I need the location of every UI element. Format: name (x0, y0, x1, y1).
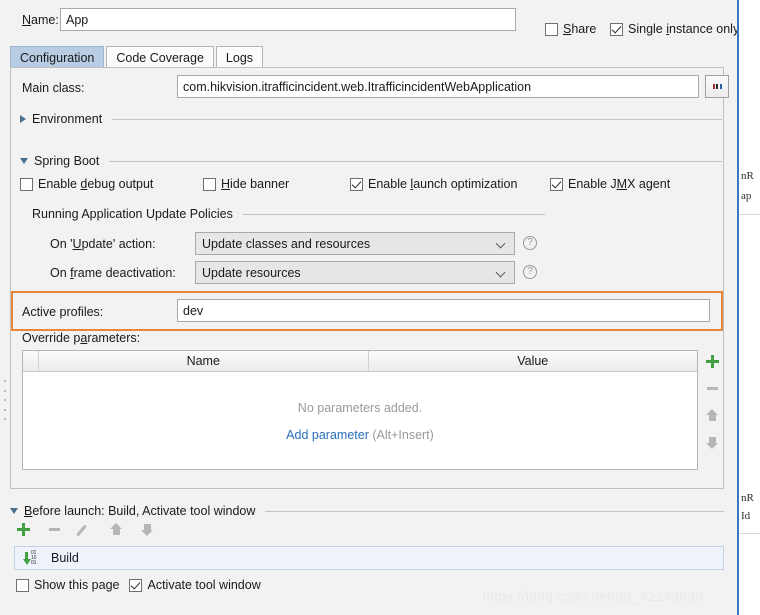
add-parameter-icon[interactable] (705, 354, 720, 369)
before-launch-list: 01 10 01 Build (14, 546, 724, 570)
share-checkbox-box[interactable] (545, 22, 558, 36)
active-profiles-input[interactable] (177, 299, 710, 322)
hide-banner-checkbox[interactable]: Hide banner (203, 177, 289, 191)
move-down-icon[interactable] (140, 522, 155, 537)
activate-tool-window-box[interactable] (129, 578, 143, 592)
main-class-input[interactable] (177, 75, 699, 98)
add-task-icon[interactable] (16, 522, 31, 537)
configuration-name-input[interactable] (60, 8, 516, 31)
single-instance-checkbox[interactable]: Single instance only (610, 22, 739, 36)
enable-launch-optimization-label: Enable launch optimization (368, 177, 518, 191)
share-checkbox[interactable]: Share (545, 22, 596, 36)
name-label: Name: (22, 13, 59, 27)
on-frame-deactivation-value: Update resources (202, 265, 301, 280)
table-body: No parameters added. Add parameter (Alt+… (23, 372, 697, 470)
hide-banner-box[interactable] (203, 177, 216, 191)
enable-launch-optimization-box[interactable] (350, 177, 363, 191)
before-launch-item-label[interactable]: Build (51, 551, 79, 565)
single-instance-checkbox-box[interactable] (610, 22, 623, 36)
enable-jmx-agent-checkbox[interactable]: Enable JMX agent (550, 177, 670, 191)
enable-jmx-agent-label: Enable JMX agent (568, 177, 671, 191)
chevron-down-icon[interactable] (10, 508, 18, 514)
enable-debug-output-box[interactable] (20, 177, 33, 191)
add-parameter-link[interactable]: Add parameter (286, 428, 369, 442)
before-launch-label: Before launch: Build, Activate tool wind… (24, 504, 256, 518)
background-text-fragment: Id (741, 510, 751, 522)
on-update-action-value: Update classes and resources (202, 236, 371, 251)
section-divider (112, 118, 722, 120)
resize-drag-handle[interactable] (2, 380, 7, 420)
on-update-action-label: On 'Update' action: (50, 237, 156, 251)
show-this-page-label: Show this page (34, 578, 120, 592)
chevron-down-icon (497, 268, 506, 277)
on-frame-deactivation-help-icon[interactable]: ? (523, 265, 537, 279)
move-up-icon[interactable] (705, 408, 720, 423)
enable-launch-optimization-checkbox[interactable]: Enable launch optimization (350, 177, 517, 191)
column-header-index (23, 351, 39, 371)
background-text-fragment: nR (741, 170, 754, 182)
update-policies-header: Running Application Update Policies (32, 207, 545, 221)
edit-task-icon[interactable] (78, 522, 93, 537)
chevron-down-icon[interactable] (20, 158, 28, 164)
on-frame-deactivation-select[interactable]: Update resources (195, 261, 515, 284)
add-parameter-row: Add parameter (Alt+Insert) (23, 428, 697, 442)
section-divider (242, 213, 545, 215)
table-header-row: Name Value (23, 351, 697, 372)
show-this-page-box[interactable] (16, 578, 29, 592)
build-icon: 01 10 01 (22, 550, 44, 566)
tab-configuration[interactable]: Configuration (10, 46, 105, 68)
environment-section-header[interactable]: Environment (20, 112, 722, 126)
show-this-page-checkbox[interactable]: Show this page (16, 578, 119, 592)
bottom-checkbox-row: Show this page Activate tool window (16, 578, 261, 592)
ellipsis-icon (712, 84, 715, 89)
main-class-browse-button[interactable] (705, 75, 729, 98)
empty-table-message: No parameters added. (297, 401, 423, 415)
enable-jmx-agent-box[interactable] (550, 177, 563, 191)
chevron-right-icon[interactable] (20, 115, 26, 123)
tab-logs[interactable]: Logs (215, 46, 264, 68)
add-parameter-shortcut: (Alt+Insert) (372, 428, 434, 442)
section-divider (265, 510, 724, 512)
environment-section-label: Environment (32, 112, 103, 126)
tab-bar: Configuration Code Coverage Logs (10, 44, 265, 68)
move-up-icon[interactable] (109, 522, 124, 537)
share-label: Share (563, 22, 597, 36)
active-profiles-label: Active profiles: (22, 305, 104, 319)
watermark: https://blog.csdn.net/qq_42243639 (482, 588, 704, 604)
column-header-value[interactable]: Value (369, 351, 698, 371)
tab-code-coverage[interactable]: Code Coverage (106, 46, 214, 68)
run-configuration-dialog: Name: Share Single instance only Configu… (0, 0, 739, 615)
parameters-table-toolbar (700, 350, 724, 470)
chevron-down-icon (497, 239, 506, 248)
activate-tool-window-label: Activate tool window (147, 578, 261, 592)
main-class-label: Main class: (22, 81, 85, 95)
spring-boot-section-label: Spring Boot (34, 154, 100, 168)
column-header-name[interactable]: Name (39, 351, 369, 371)
spring-boot-section-header[interactable]: Spring Boot (20, 154, 722, 168)
enable-debug-output-label: Enable debug output (38, 177, 154, 191)
before-launch-toolbar (16, 522, 155, 537)
background-text-fragment: nR (741, 492, 754, 504)
hide-banner-label: Hide banner (221, 177, 290, 191)
parameters-table: Name Value No parameters added. Add para… (22, 350, 698, 470)
background-window-panel[interactable]: nR ap nR Id (737, 0, 760, 615)
on-frame-deactivation-label: On frame deactivation: (50, 266, 176, 280)
on-update-action-help-icon[interactable]: ? (523, 236, 537, 250)
override-parameters-label: Override parameters: (22, 331, 141, 345)
remove-task-icon[interactable] (47, 522, 62, 537)
background-text-fragment: ap (741, 190, 752, 202)
move-down-icon[interactable] (705, 435, 720, 450)
name-row: Name: Share Single instance only (0, 8, 739, 36)
on-update-action-select[interactable]: Update classes and resources (195, 232, 515, 255)
section-divider (109, 160, 722, 162)
enable-debug-output-checkbox[interactable]: Enable debug output (20, 177, 153, 191)
activate-tool-window-checkbox[interactable]: Activate tool window (129, 578, 261, 592)
remove-parameter-icon[interactable] (705, 381, 720, 396)
before-launch-header[interactable]: Before launch: Build, Activate tool wind… (10, 504, 724, 518)
update-policies-label: Running Application Update Policies (32, 207, 233, 221)
single-instance-label: Single instance only (628, 22, 740, 36)
